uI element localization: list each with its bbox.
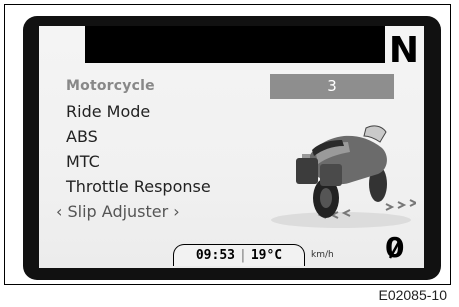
menu-item-slip-adjuster[interactable]: ‹ Slip Adjuster › xyxy=(56,199,211,224)
selected-value-box: 3 xyxy=(270,74,394,99)
menu-item-abs[interactable]: ABS xyxy=(66,124,211,149)
menu-item-motorcycle[interactable]: Motorcycle xyxy=(66,74,211,99)
gear-indicator: N xyxy=(388,30,419,71)
speed-value: 0 xyxy=(385,234,404,262)
speed-unit: km/h xyxy=(311,250,334,260)
ambient-temperature: 19°C xyxy=(250,248,283,263)
speed-digit: 0 xyxy=(385,231,405,264)
dashboard-screen: N Motorcycle Ride Mode ABS MTC Throttle … xyxy=(39,26,424,268)
time-temperature-readout: 09:53 | 19°C xyxy=(173,244,305,266)
figure-code: E02085-10 xyxy=(378,287,447,303)
top-black-bar xyxy=(85,26,385,63)
menu-item-ride-mode[interactable]: Ride Mode xyxy=(66,99,211,124)
menu-item-mtc[interactable]: MTC xyxy=(66,149,211,174)
motorcycle-image xyxy=(271,125,416,228)
settings-menu: Motorcycle Ride Mode ABS MTC Throttle Re… xyxy=(56,74,211,224)
status-separator: | xyxy=(239,248,247,263)
menu-item-throttle-response[interactable]: Throttle Response xyxy=(66,174,211,199)
clock-time: 09:53 xyxy=(195,248,235,263)
